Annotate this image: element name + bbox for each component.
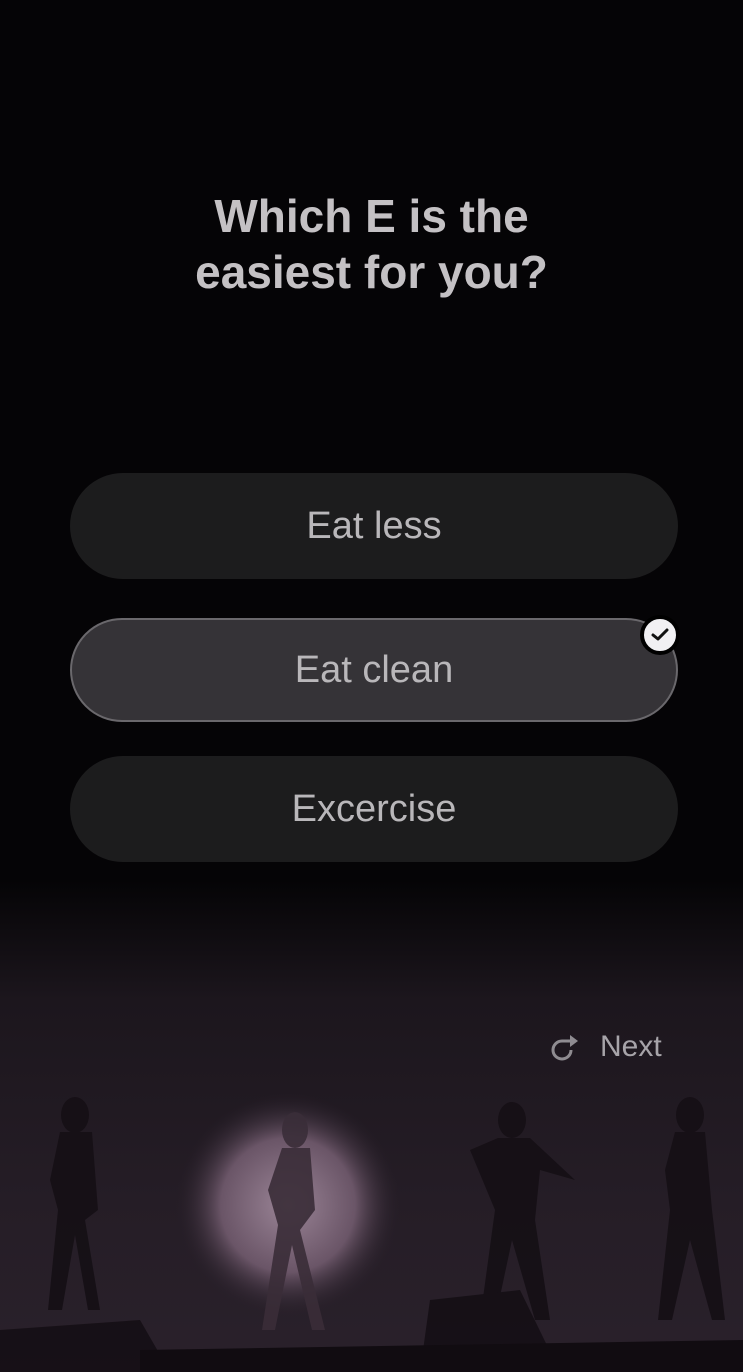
next-label: Next <box>600 1030 662 1063</box>
question-line-2: easiest for you? <box>195 246 548 298</box>
question-title: Which E is the easiest for you? <box>0 188 743 300</box>
checkmark-icon <box>640 615 680 655</box>
silhouette-1 <box>48 1097 100 1310</box>
silhouette-3 <box>470 1102 575 1320</box>
option-label: Excercise <box>291 787 457 830</box>
option-label: Eat less <box>306 504 442 547</box>
redo-arrow-icon <box>551 1035 578 1061</box>
option-eat-clean[interactable]: Eat clean <box>70 618 678 722</box>
concert-silhouette-image <box>0 1093 743 1372</box>
option-label: Eat clean <box>294 648 454 691</box>
next-button[interactable]: Next <box>548 1030 662 1064</box>
question-line-1: Which E is the <box>214 190 529 242</box>
silhouette-4 <box>658 1097 725 1320</box>
option-excercise[interactable]: Excercise <box>70 756 678 862</box>
option-eat-less[interactable]: Eat less <box>70 473 678 579</box>
